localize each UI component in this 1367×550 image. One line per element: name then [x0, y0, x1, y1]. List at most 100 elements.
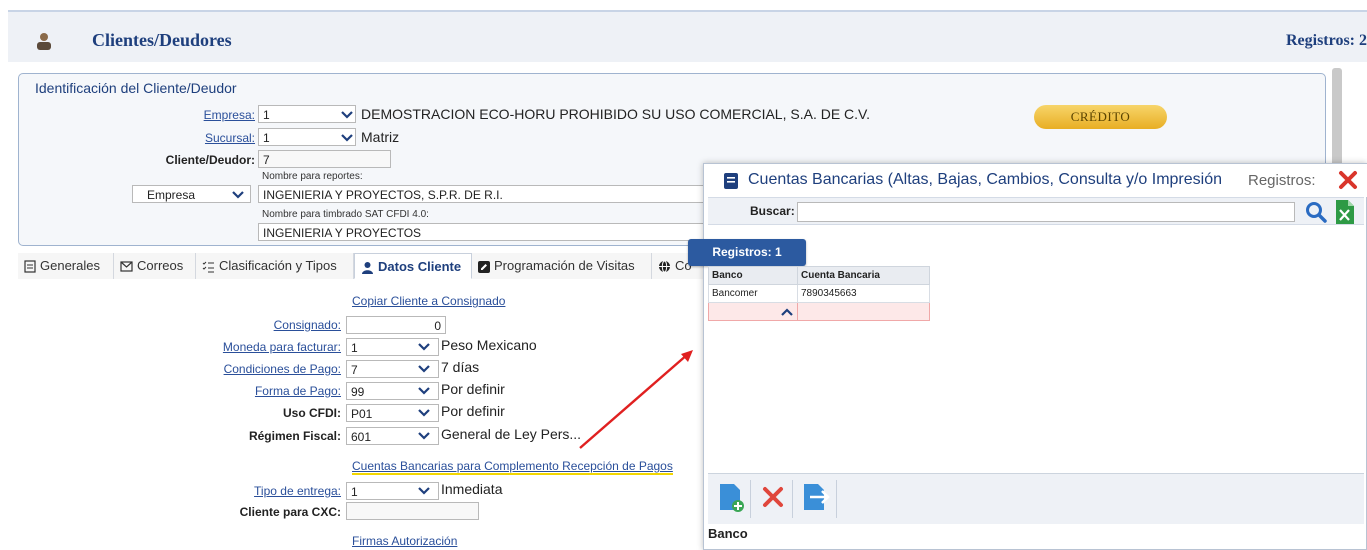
top-strip	[0, 0, 1367, 10]
add-record-icon[interactable]	[716, 482, 746, 512]
export-icon[interactable]	[800, 482, 830, 512]
tab-datos-cliente[interactable]: Datos Cliente	[354, 253, 472, 279]
uso-cfdi-label: Uso CFDI:	[283, 406, 341, 420]
chevron-down-icon[interactable]	[418, 385, 430, 397]
regimen-label: Régimen Fiscal:	[248, 429, 341, 443]
consignado-field[interactable]: 0	[346, 316, 446, 334]
tab-correos[interactable]: Correos	[114, 253, 196, 279]
cliente-label: Cliente/Deudor:	[165, 153, 255, 167]
chevron-down-icon[interactable]	[341, 109, 353, 121]
chevron-down-icon[interactable]	[418, 430, 430, 442]
nombre-timbrado-caption: Nombre para timbrado SAT CFDI 4.0:	[262, 209, 429, 220]
page-title: Clientes/Deudores	[92, 30, 232, 50]
cell-banco[interactable]: Bancomer	[708, 284, 798, 303]
entrega-description: Inmediata	[441, 481, 503, 497]
cxc-label: Cliente para CXC:	[239, 505, 341, 519]
bank-accounts-table: Banco Cuenta Bancaria Bancomer 789034566…	[708, 266, 930, 321]
copy-client-link[interactable]: Copiar Cliente a Consignado	[352, 294, 505, 308]
new-cell-cuenta[interactable]	[797, 302, 930, 321]
sucursal-value: 1	[263, 131, 270, 145]
dialog-title: Cuentas Bancarias (Altas, Bajas, Cambios…	[748, 171, 1222, 188]
book-icon	[724, 173, 738, 189]
entrega-value: 1	[351, 485, 358, 499]
tab-label: Clasificación y Tipos	[219, 258, 337, 273]
cell-cuenta[interactable]: 7890345663	[797, 284, 930, 303]
user-icon	[37, 33, 51, 50]
search-input[interactable]	[797, 202, 1295, 222]
regimen-value: 601	[351, 430, 372, 444]
sucursal-description: Matriz	[361, 129, 400, 145]
nombre-timbrado-value: INGENIERIA Y PROYECTOS	[263, 226, 422, 240]
tab-label: Correos	[137, 258, 184, 273]
panel-legend: Identificación del Cliente/Deudor	[35, 80, 237, 96]
grid-area: Banco Cuenta Bancaria Bancomer 789034566…	[708, 266, 1364, 474]
dialog-titlebar: Cuentas Bancarias (Altas, Bajas, Cambios…	[704, 164, 1367, 197]
edit-icon	[478, 260, 490, 273]
chevron-down-icon[interactable]	[418, 341, 430, 353]
globe-icon	[659, 260, 670, 273]
table-row[interactable]: Bancomer 7890345663	[708, 284, 930, 303]
regimen-description: General de Ley Pers...	[441, 426, 582, 442]
moneda-value: 1	[351, 341, 358, 355]
annotation-arrow	[579, 350, 693, 449]
dialog-records-label: Registros:	[1248, 172, 1316, 189]
tipo-value: Empresa	[147, 188, 196, 202]
nombre-reportes-value: INGENIERIA Y PROYECTOS, S.P.R. DE R.I.	[263, 188, 503, 202]
cliente-field[interactable]: 7	[258, 150, 391, 168]
forma-pago-value: 99	[351, 385, 365, 399]
toolbar-separator	[792, 480, 793, 518]
app-header: Clientes/Deudores Registros: 2	[8, 10, 1367, 62]
forma-pago-description: Por definir	[441, 381, 505, 397]
bank-accounts-link[interactable]: Cuentas Bancarias para Complemento Recep…	[352, 459, 673, 475]
user-icon	[362, 262, 373, 275]
tab-clasificacion[interactable]: Clasificación y Tipos	[196, 253, 354, 279]
tab-bar: Generales Correos Clasificación y Tipos …	[18, 253, 718, 279]
nombre-timbrado-field[interactable]: INGENIERIA Y PROYECTOS	[258, 223, 708, 241]
chevron-down-icon[interactable]	[232, 189, 244, 201]
chevron-down-icon[interactable]	[418, 485, 430, 497]
tab-generales[interactable]: Generales	[18, 253, 114, 279]
sucursal-label[interactable]: Sucursal:	[159, 131, 255, 145]
empresa-label[interactable]: Empresa:	[159, 108, 255, 122]
entrega-label[interactable]: Tipo de entrega:	[180, 484, 341, 498]
forma-pago-label[interactable]: Forma de Pago:	[180, 384, 341, 398]
column-header-banco[interactable]: Banco	[708, 266, 798, 285]
consignado-label[interactable]: Consignado:	[200, 318, 341, 332]
envelope-icon	[120, 261, 133, 272]
column-header-cuenta[interactable]: Cuenta Bancaria	[797, 266, 930, 285]
close-icon[interactable]	[1337, 169, 1359, 191]
nombre-reportes-caption: Nombre para reportes:	[262, 171, 363, 182]
chevron-down-icon[interactable]	[418, 363, 430, 375]
moneda-label[interactable]: Moneda para facturar:	[180, 340, 341, 354]
empresa-description: DEMOSTRACION ECO-HORU PROHIBIDO SU USO C…	[361, 106, 870, 122]
new-row[interactable]	[708, 302, 930, 321]
credit-badge[interactable]: CRÉDITO	[1034, 105, 1167, 129]
condiciones-label[interactable]: Condiciones de Pago:	[180, 362, 341, 376]
new-cell-banco[interactable]	[708, 302, 798, 321]
chevron-down-icon[interactable]	[341, 132, 353, 144]
delete-icon[interactable]	[758, 482, 788, 512]
search-icon[interactable]	[1305, 201, 1327, 223]
tab-label: Programación de Visitas	[494, 258, 635, 273]
condiciones-value: 7	[351, 363, 358, 377]
checklist-icon	[202, 261, 214, 273]
dialog-footer-label: Banco	[708, 526, 748, 541]
moneda-description: Peso Mexicano	[441, 337, 537, 353]
chevron-down-icon[interactable]	[418, 407, 430, 419]
consignado-value: 0	[434, 319, 441, 333]
cxc-field[interactable]	[346, 502, 479, 520]
search-label: Buscar:	[750, 204, 795, 218]
nombre-reportes-field[interactable]: INGENIERIA Y PROYECTOS, S.P.R. DE R.I.	[258, 185, 708, 203]
uso-cfdi-description: Por definir	[441, 403, 505, 419]
search-bar: Buscar:	[708, 197, 1364, 225]
scrollbar[interactable]	[1332, 68, 1342, 178]
empresa-value: 1	[263, 108, 270, 122]
records-count: Registros: 2	[1285, 32, 1367, 49]
excel-icon[interactable]	[1336, 200, 1354, 224]
records-pill: Registros: 1	[688, 239, 806, 266]
chevron-up-icon[interactable]	[781, 307, 793, 317]
bank-accounts-dialog: Cuentas Bancarias (Altas, Bajas, Cambios…	[688, 163, 1367, 550]
tab-programacion-visitas[interactable]: Programación de Visitas	[472, 253, 652, 279]
toolbar-separator	[750, 480, 751, 518]
firmas-link[interactable]: Firmas Autorización	[352, 534, 457, 548]
